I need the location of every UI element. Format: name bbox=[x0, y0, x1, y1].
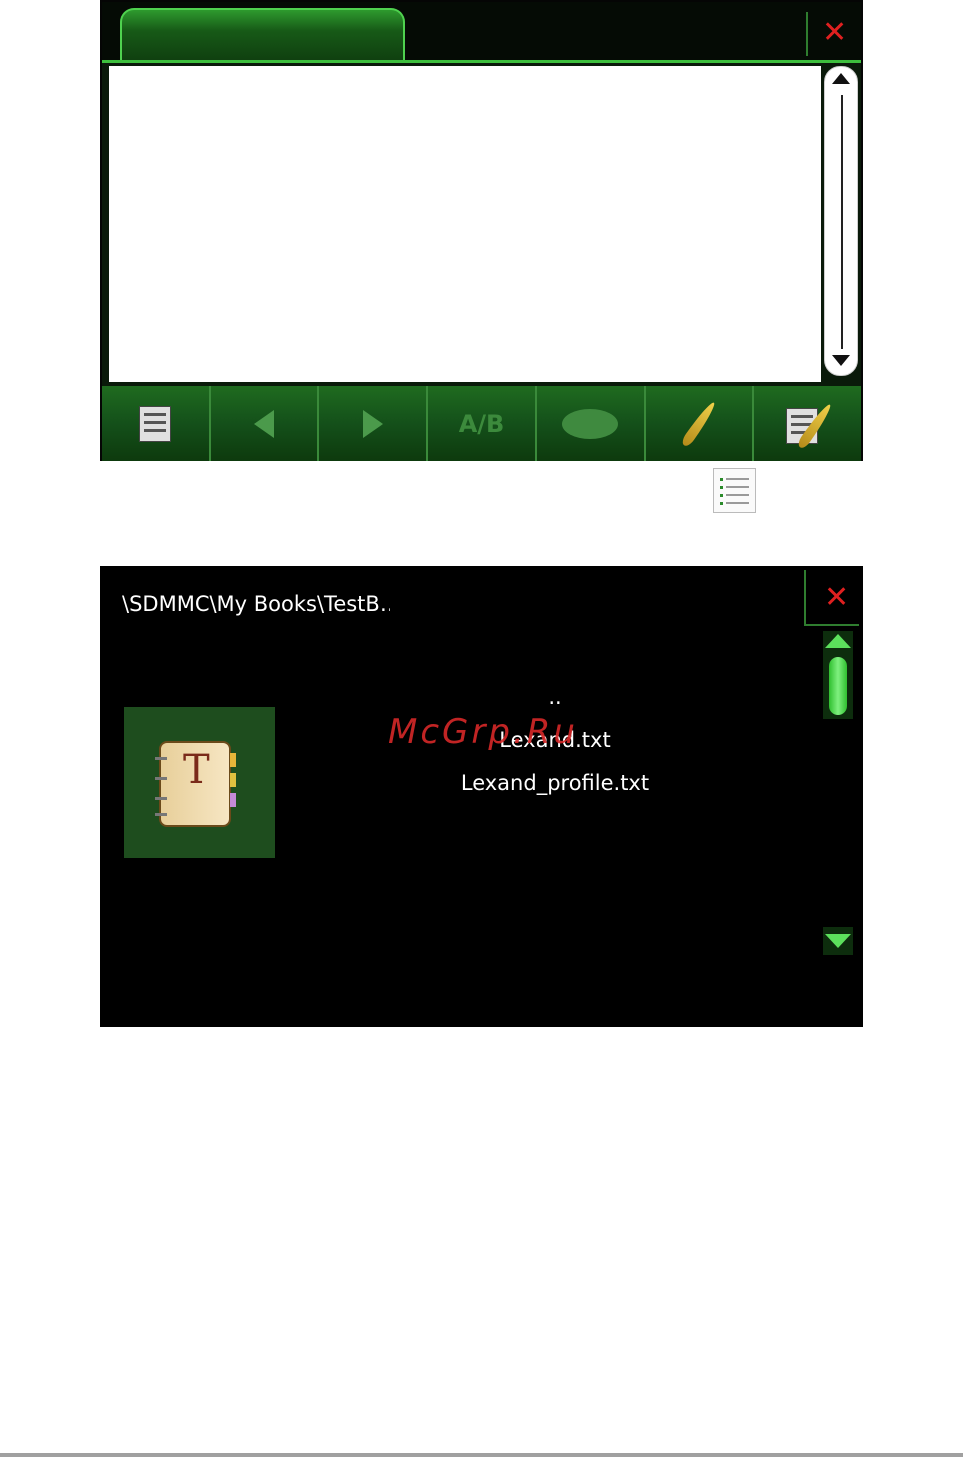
book-file-tile[interactable]: T bbox=[124, 707, 275, 858]
notes-feather-icon bbox=[785, 401, 834, 450]
reader-page-area bbox=[109, 66, 821, 382]
book-letter: T bbox=[183, 747, 210, 793]
page-bottom-rule bbox=[0, 1453, 963, 1457]
scroll-down-arrow-icon bbox=[825, 934, 851, 948]
feather-icon bbox=[679, 399, 718, 448]
contents-button[interactable] bbox=[102, 386, 211, 461]
scroll-down-arrow-icon[interactable] bbox=[832, 355, 850, 366]
feather-button[interactable] bbox=[646, 386, 755, 461]
reader-close-button[interactable]: ✕ bbox=[822, 18, 847, 48]
close-icon: ✕ bbox=[824, 580, 850, 615]
scroll-track-line bbox=[841, 95, 843, 349]
contents-list-icon bbox=[139, 405, 172, 442]
close-divider bbox=[806, 12, 808, 56]
prev-page-button[interactable] bbox=[211, 386, 320, 461]
scroll-up-arrow-icon[interactable] bbox=[832, 73, 850, 84]
reader-screen: ✕ A/B bbox=[100, 0, 863, 461]
ab-button[interactable]: A/B bbox=[428, 386, 537, 461]
ab-bookmark-icon: A/B bbox=[458, 409, 505, 438]
browser-scroll-down[interactable] bbox=[823, 927, 853, 955]
contents-list-icon bbox=[713, 468, 756, 513]
book-icon: T bbox=[155, 741, 236, 827]
palette-icon bbox=[562, 408, 619, 439]
watermark: McGrp.Ru bbox=[388, 712, 578, 752]
reader-scrollbar[interactable] bbox=[824, 66, 858, 376]
reader-toolbar: A/B bbox=[102, 386, 861, 461]
reader-tab-bar: ✕ bbox=[102, 2, 861, 63]
file-browser-screen: \SDMMC\My Books\TestB… ✕ T .. Lexand.txt… bbox=[100, 566, 863, 1027]
browser-scroll-up[interactable] bbox=[823, 631, 853, 719]
reader-tab[interactable] bbox=[120, 8, 405, 62]
scroll-thumb[interactable] bbox=[829, 657, 847, 715]
tab-underline bbox=[102, 60, 861, 63]
scroll-up-arrow-icon bbox=[825, 634, 851, 648]
list-item[interactable]: Lexand_profile.txt bbox=[400, 762, 710, 805]
next-page-button[interactable] bbox=[319, 386, 429, 461]
notes-button[interactable] bbox=[754, 386, 861, 461]
browser-close-button[interactable]: ✕ bbox=[804, 570, 859, 626]
prev-page-icon bbox=[254, 409, 275, 438]
current-path: \SDMMC\My Books\TestB… bbox=[122, 592, 390, 616]
next-page-icon bbox=[362, 409, 383, 438]
palette-button[interactable] bbox=[537, 386, 646, 461]
